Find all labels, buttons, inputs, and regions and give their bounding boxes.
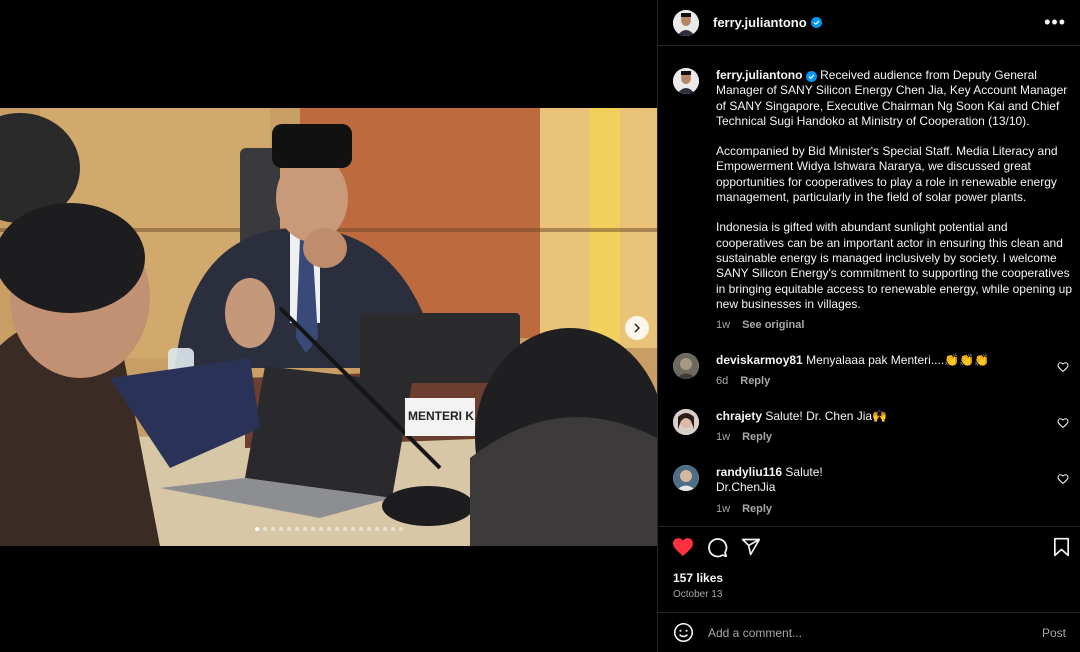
caption-entry: ferry.juliantono Received audience from … [673, 68, 1073, 333]
save-bookmark-icon[interactable] [1053, 537, 1070, 557]
like-comment-heart-icon[interactable] [1057, 361, 1069, 373]
comment-text: Menyalaaa pak Menteri....👏👏👏 [806, 353, 989, 367]
reply-button[interactable]: Reply [742, 430, 772, 445]
comment-text: Salute! Dr. Chen Jia🙌 [765, 409, 888, 423]
post-details-panel: ferry.juliantono ••• ferry.juliantono Re… [657, 0, 1080, 652]
reply-button[interactable]: Reply [742, 502, 772, 517]
commenter-username[interactable]: deviskarmoy81 [716, 353, 803, 367]
likes-count[interactable]: 157 likes [673, 571, 723, 585]
reply-button[interactable]: Reply [740, 374, 770, 389]
caption-age: 1w [716, 319, 731, 332]
comment-body: deviskarmoy81 Menyalaaa pak Menteri....👏… [716, 353, 1073, 390]
carousel-dot [350, 527, 355, 531]
comment-age: 1w [716, 502, 731, 515]
carousel-dot [334, 527, 339, 531]
carousel-dot [254, 527, 259, 531]
comment-icon[interactable] [707, 537, 728, 558]
carousel-dot [262, 527, 267, 531]
caption-paragraph-3: Indonesia is gifted with abundant sunlig… [716, 220, 1073, 311]
nameplate-text: MENTERI K [408, 409, 474, 423]
commenter-username[interactable]: chrajety [716, 409, 762, 423]
author-username-text[interactable]: ferry.juliantono [713, 15, 807, 30]
comments-scroll-area[interactable]: ferry.juliantono Received audience from … [658, 46, 1080, 526]
caption-username[interactable]: ferry.juliantono [716, 68, 802, 82]
share-icon[interactable] [741, 537, 761, 557]
post-action-bar [658, 526, 1080, 566]
verified-badge-icon [810, 17, 822, 28]
liked-heart-icon[interactable] [672, 537, 694, 557]
caption-body: ferry.juliantono Received audience from … [716, 68, 1073, 333]
caption-meta: 1w See original [716, 318, 1073, 333]
post-comment-button[interactable]: Post [1042, 626, 1066, 640]
comment-age: 1w [716, 431, 731, 444]
post-date[interactable]: October 13 [673, 589, 722, 600]
author-avatar[interactable] [673, 9, 699, 36]
carousel-dot [310, 527, 315, 531]
commenter-avatar[interactable] [673, 465, 699, 491]
carousel-dot [374, 527, 379, 531]
carousel-dot [390, 527, 395, 531]
author-username[interactable]: ferry.juliantono [713, 15, 822, 30]
comment-meta: 1w Reply [716, 502, 1073, 517]
comment-age: 6d [716, 375, 729, 388]
comment-item: chrajety Salute! Dr. Chen Jia🙌 1w Reply [673, 409, 1073, 446]
like-comment-heart-icon[interactable] [1057, 417, 1069, 429]
add-comment-input[interactable] [708, 625, 1042, 640]
commenter-avatar[interactable] [673, 353, 699, 379]
carousel-next-button[interactable] [625, 316, 649, 340]
carousel-dot [286, 527, 291, 531]
carousel-dot [302, 527, 307, 531]
chevron-right-icon [634, 323, 641, 333]
comment-body: randyliu116 Salute! Dr.ChenJia 1w Reply [716, 465, 1073, 517]
verified-badge-icon [805, 71, 817, 82]
post-header: ferry.juliantono ••• [658, 0, 1080, 46]
caption-author-avatar[interactable] [673, 68, 699, 94]
comment-meta: 6d Reply [716, 374, 1073, 389]
emoji-icon[interactable] [673, 622, 694, 643]
like-comment-heart-icon[interactable] [1057, 473, 1069, 485]
caption-paragraph-1: ferry.juliantono Received audience from … [716, 68, 1073, 129]
carousel-dot [366, 527, 371, 531]
carousel-dot [278, 527, 283, 531]
carousel-dot [382, 527, 387, 531]
more-options-icon[interactable]: ••• [1044, 12, 1066, 33]
carousel-dots [0, 527, 657, 531]
comment-meta: 1w Reply [716, 430, 1073, 445]
carousel-dot [326, 527, 331, 531]
carousel-dot [342, 527, 347, 531]
see-original-link[interactable]: See original [742, 318, 804, 333]
comment-item: randyliu116 Salute! Dr.ChenJia 1w Reply [673, 465, 1073, 517]
commenter-avatar[interactable] [673, 409, 699, 435]
comment-item: deviskarmoy81 Menyalaaa pak Menteri....👏… [673, 353, 1073, 390]
carousel-dot [398, 527, 403, 531]
carousel-dot [294, 527, 299, 531]
carousel-dot [358, 527, 363, 531]
comment-body: chrajety Salute! Dr. Chen Jia🙌 1w Reply [716, 409, 1073, 446]
post-photo[interactable]: MENTERI K [0, 108, 657, 546]
caption-paragraph-2: Accompanied by Bid Minister's Special St… [716, 144, 1058, 205]
commenter-username[interactable]: randyliu116 [716, 465, 782, 479]
carousel-dot [318, 527, 323, 531]
media-pane: MENTERI K [0, 0, 657, 652]
meeting-photo-illustration: MENTERI K [0, 108, 657, 546]
add-comment-bar: Post [658, 612, 1080, 652]
carousel-dot [270, 527, 275, 531]
